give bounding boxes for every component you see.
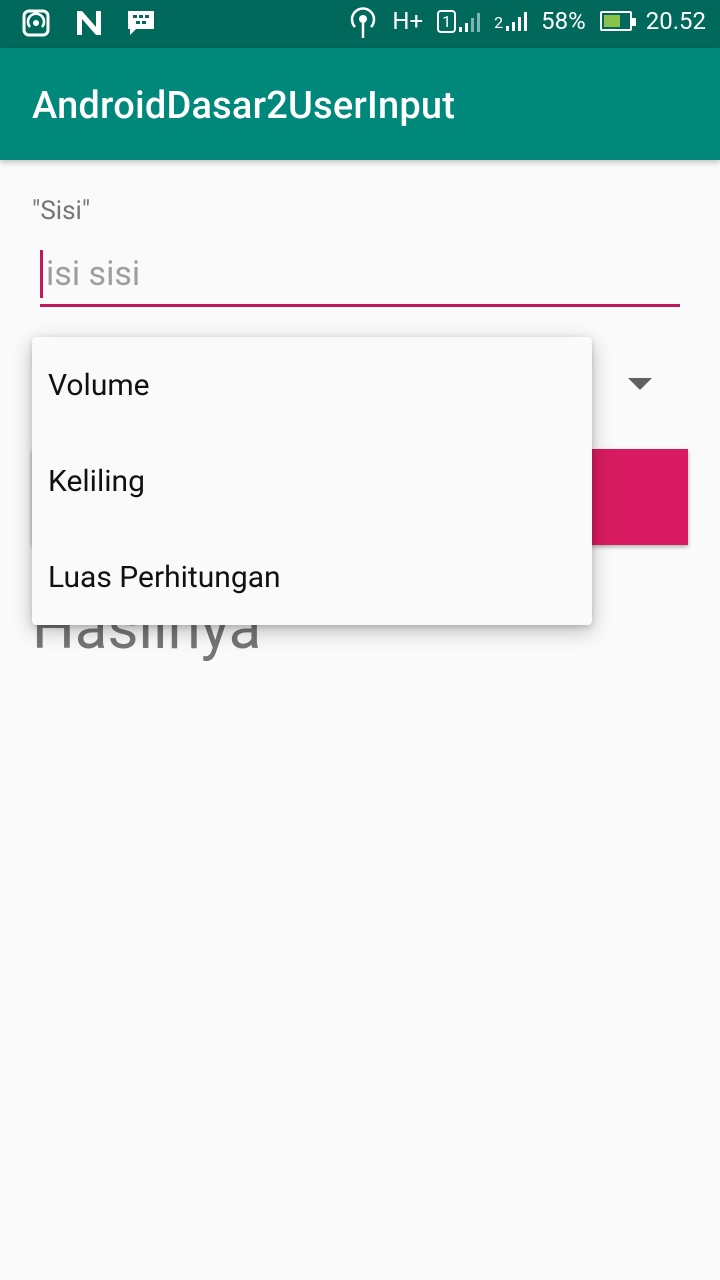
status-bar: H+ 1 2 58% 20.52 [0,0,720,48]
spinner-dropdown-menu: Volume Keliling Luas Perhitungan [32,337,592,625]
dropdown-item-keliling[interactable]: Keliling [32,433,592,529]
app-bar: AndroidDasar2UserInput [0,48,720,160]
sisi-input[interactable] [40,248,680,294]
dropdown-item-volume[interactable]: Volume [32,337,592,433]
network-type: H+ [392,7,424,35]
spinner-dropdown-arrow-icon[interactable] [628,378,652,390]
status-right-icons: H+ 1 2 58% 20.52 [348,6,706,38]
sisi-input-container [40,248,680,307]
battery-icon [599,11,636,31]
n-icon [74,9,104,39]
text-cursor [40,250,43,298]
app-title: AndroidDasar2UserInput [32,84,456,128]
clock: 20.52 [645,7,706,35]
sim2-label: 2 [494,13,504,32]
sim1-label: 1 [437,9,457,33]
hotspot-icon [22,9,52,39]
bbm-icon [126,9,156,39]
wireless-icon [348,6,378,38]
sim1-signal-icon: 1 [437,9,481,33]
sisi-label: "Sisi" [32,196,91,226]
dropdown-item-luas-perhitungan[interactable]: Luas Perhitungan [32,529,592,625]
battery-percent: 58% [541,7,586,35]
sim2-signal-icon: 2 [494,10,528,32]
status-left-icons [22,9,156,39]
